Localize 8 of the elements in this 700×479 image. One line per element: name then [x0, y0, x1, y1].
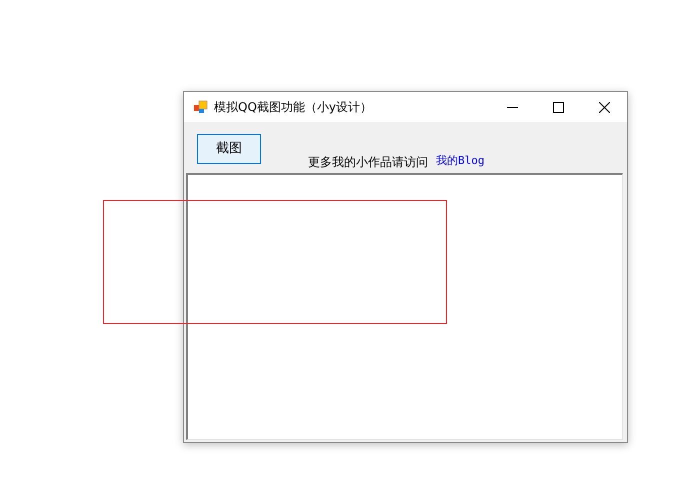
close-icon[interactable] [598, 102, 610, 112]
window-title: 模拟QQ截图功能（小y设计） [214, 99, 373, 116]
screenshot-button[interactable]: 截图 [197, 134, 261, 164]
selection-rectangle[interactable] [103, 200, 447, 324]
app-icon [194, 100, 208, 114]
blog-link[interactable]: 我的Blog [436, 153, 484, 170]
maximize-icon[interactable] [552, 102, 564, 112]
info-label: 更多我的小作品请访问 [308, 154, 428, 171]
